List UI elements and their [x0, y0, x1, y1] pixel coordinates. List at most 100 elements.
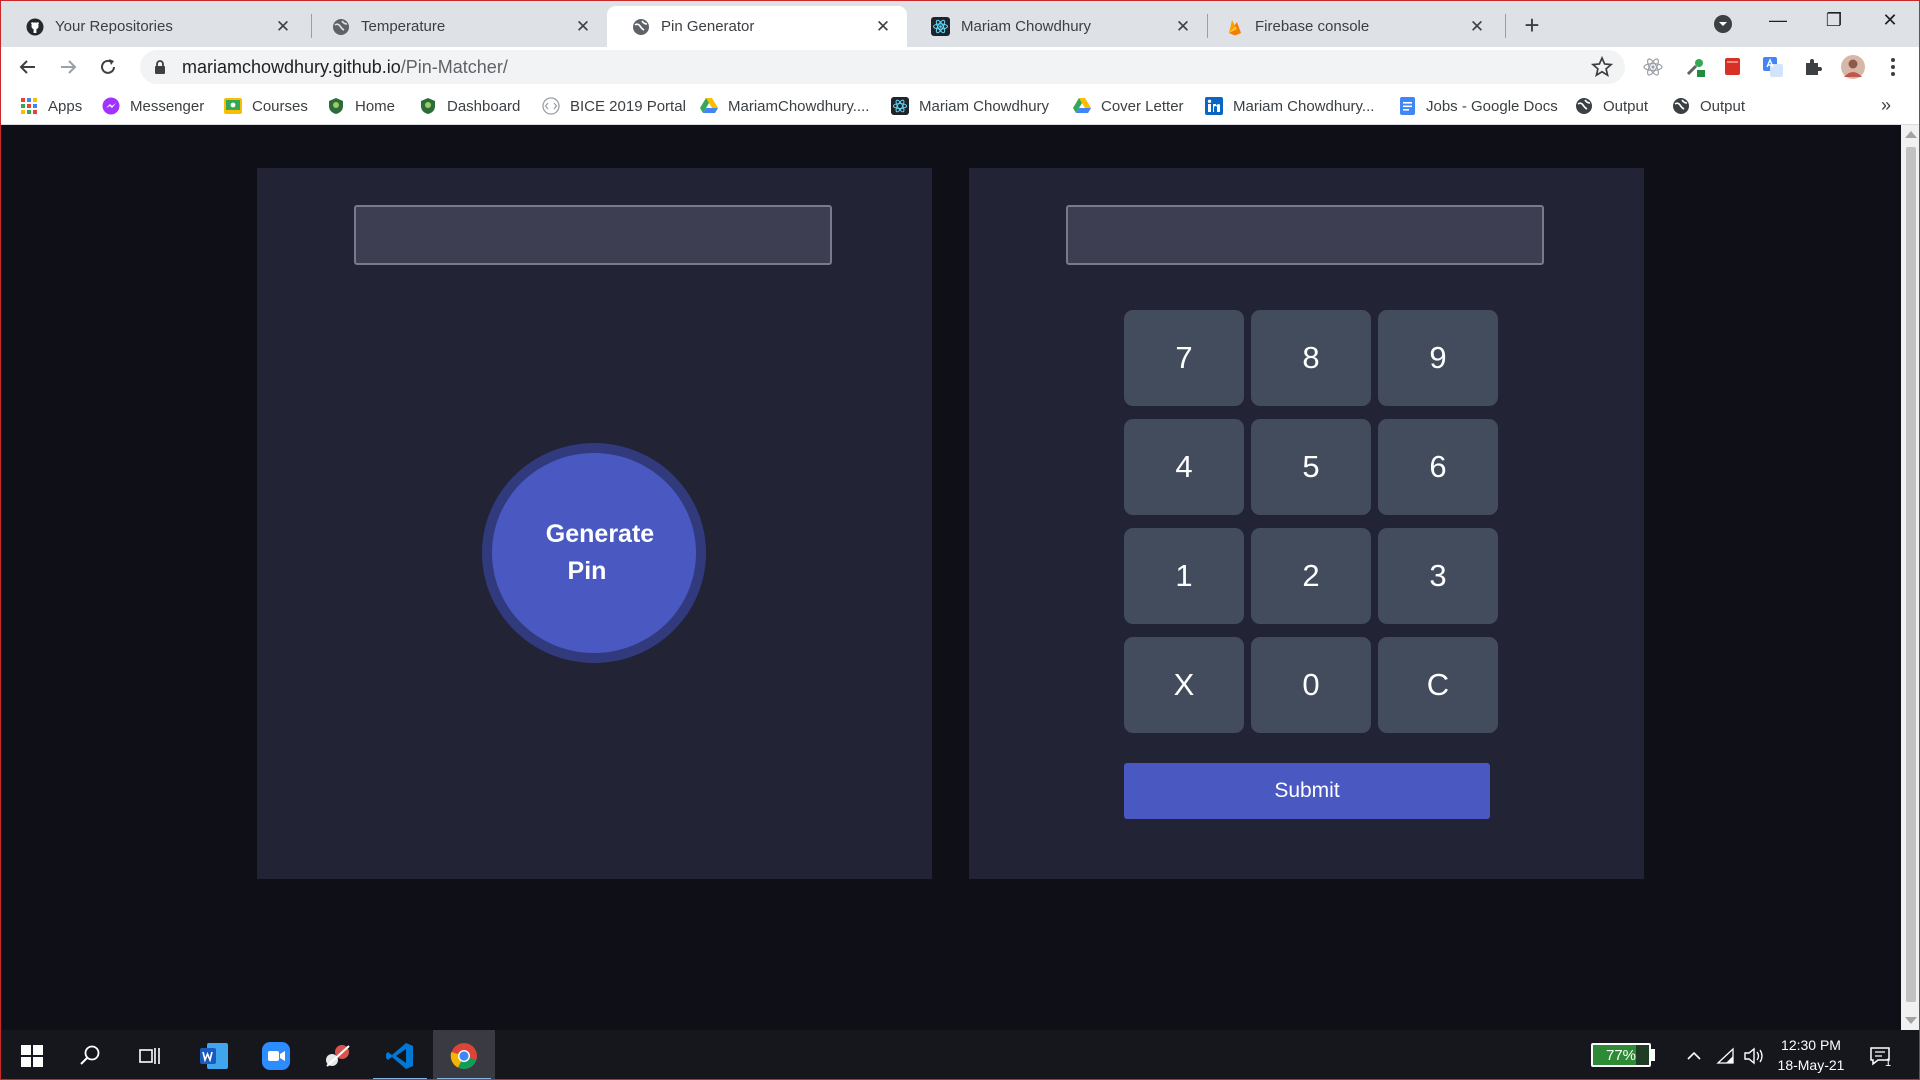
reload-icon [101, 59, 115, 74]
bookmark-output-1[interactable]: Output [1575, 95, 1648, 117]
github-icon [25, 17, 44, 36]
red-extension-icon[interactable] [1721, 55, 1745, 79]
bookmark-label: Output [1603, 97, 1649, 115]
search-icon[interactable] [59, 1030, 121, 1079]
tab-temperature[interactable]: Temperature ✕ [307, 6, 607, 47]
close-window-button[interactable]: ✕ [1862, 1, 1918, 39]
eyedropper-extension-icon[interactable] [1683, 55, 1707, 79]
google-drive-icon [1073, 97, 1091, 115]
profile-avatar-icon[interactable] [1841, 55, 1865, 79]
scrollbar-thumb[interactable] [1906, 147, 1916, 1002]
bookmark-linkedin[interactable]: Mariam Chowdhury... [1205, 95, 1374, 117]
tab-firebase-console[interactable]: Firebase console ✕ [1201, 6, 1501, 47]
word-icon[interactable] [183, 1030, 245, 1079]
task-view-icon[interactable] [119, 1030, 181, 1079]
key-0[interactable]: 0 [1251, 637, 1371, 733]
bookmark-courses[interactable]: Courses [224, 95, 308, 117]
scroll-up-arrow[interactable] [1905, 131, 1917, 138]
submit-button[interactable]: Submit [1124, 763, 1490, 819]
pin-matcher-panel: 7 8 9 4 5 6 1 2 3 X 0 C Submit [969, 168, 1644, 879]
wifi-icon[interactable] [1714, 1044, 1738, 1068]
tab-title: Mariam Chowdhury [961, 18, 1092, 35]
google-docs-icon [1398, 97, 1416, 115]
bookmark-output-2[interactable]: Output [1672, 95, 1745, 117]
bookmark-jobs-google-docs[interactable]: Jobs - Google Docs [1398, 95, 1558, 117]
key-4[interactable]: 4 [1124, 419, 1244, 515]
restore-button[interactable]: ❐ [1806, 1, 1862, 39]
close-icon[interactable]: ✕ [1173, 17, 1193, 37]
bookmark-label: MariamChowdhury.... [728, 97, 870, 115]
chrome-icon[interactable] [433, 1030, 495, 1079]
bookmark-home[interactable]: Home [327, 95, 395, 117]
bookmark-dashboard[interactable]: Dashboard [419, 95, 520, 117]
close-icon[interactable]: ✕ [273, 17, 293, 37]
battery-tip [1651, 1049, 1655, 1061]
close-icon[interactable]: ✕ [1467, 17, 1487, 37]
tab-title: Firebase console [1255, 18, 1370, 35]
tab-strip: Your Repositories ✕ Temperature ✕ Pin Ge… [1, 1, 1919, 47]
key-9[interactable]: 9 [1378, 310, 1498, 406]
bookmark-label: Cover Letter [1101, 97, 1184, 115]
scroll-down-arrow[interactable] [1905, 1017, 1917, 1024]
page-scrollbar[interactable] [1901, 125, 1919, 1030]
tab-your-repositories[interactable]: Your Repositories ✕ [1, 6, 307, 47]
vscode-icon[interactable] [369, 1030, 431, 1079]
close-icon[interactable]: ✕ [873, 17, 893, 37]
url-text: mariamchowdhury.github.io/Pin-Matcher/ [182, 57, 508, 78]
key-7[interactable]: 7 [1124, 310, 1244, 406]
system-clock[interactable]: 12:30 PM 18-May-21 [1771, 1035, 1851, 1075]
clock-time: 12:30 PM [1781, 1037, 1841, 1053]
globe-icon [631, 17, 650, 36]
messenger-icon [102, 97, 120, 115]
forward-button[interactable] [52, 51, 84, 83]
tab-search-button[interactable] [1710, 11, 1736, 37]
generate-pin-button[interactable]: Generate Pin [492, 453, 696, 653]
speaker-icon[interactable] [1742, 1044, 1766, 1068]
key-3[interactable]: 3 [1378, 528, 1498, 624]
bookmark-apps[interactable]: Apps [20, 95, 82, 117]
tab-mariam-chowdhury[interactable]: Mariam Chowdhury ✕ [907, 6, 1207, 47]
notification-count: 1 [1885, 1057, 1892, 1069]
puzzle-extensions-icon[interactable] [1801, 55, 1825, 79]
windows-start-icon[interactable] [1, 1030, 63, 1079]
tab-title: Temperature [361, 18, 446, 35]
key-8[interactable]: 8 [1251, 310, 1371, 406]
react-devtools-extension-icon[interactable] [1641, 55, 1665, 79]
bookmark-label: Mariam Chowdhury... [1233, 97, 1375, 115]
close-icon[interactable]: ✕ [573, 17, 593, 37]
bookmark-label: Output [1700, 97, 1746, 115]
bookmark-messenger[interactable]: Messenger [102, 95, 204, 117]
typed-pin-display[interactable] [1066, 205, 1544, 265]
new-tab-button[interactable]: + [1517, 10, 1547, 40]
bookmark-mariam-chowdhury[interactable]: Mariam Chowdhury [891, 95, 1049, 117]
bookmark-mariamchowdhury-drive[interactable]: MariamChowdhury.... [700, 95, 869, 117]
globe-icon [331, 17, 350, 36]
bookmark-label: Apps [48, 97, 83, 115]
generate-pin-label-line2: Pin [567, 557, 607, 585]
generated-pin-display[interactable] [354, 205, 832, 265]
backspace-key[interactable]: X [1124, 637, 1244, 733]
key-2[interactable]: 2 [1251, 528, 1371, 624]
bookmarks-overflow-button[interactable]: » [1881, 95, 1891, 116]
url-host: mariamchowdhury.github.io [182, 56, 401, 77]
key-5[interactable]: 5 [1251, 419, 1371, 515]
zoom-icon[interactable] [245, 1030, 307, 1079]
shield-icon [419, 97, 437, 115]
snipping-tool-icon[interactable] [307, 1030, 369, 1079]
google-translate-extension-icon[interactable] [1761, 55, 1785, 79]
bookmark-cover-letter[interactable]: Cover Letter [1073, 95, 1184, 117]
back-button[interactable] [12, 51, 44, 83]
more-menu-icon[interactable] [1881, 55, 1905, 79]
bookmark-bice-portal[interactable]: BICE 2019 Portal [542, 95, 686, 117]
bookmark-label: BICE 2019 Portal [570, 97, 686, 115]
clear-key[interactable]: C [1378, 637, 1498, 733]
chevron-up-icon[interactable] [1682, 1044, 1706, 1068]
key-1[interactable]: 1 [1124, 528, 1244, 624]
key-6[interactable]: 6 [1378, 419, 1498, 515]
address-bar[interactable]: mariamchowdhury.github.io/Pin-Matcher/ [140, 50, 1625, 84]
minimize-button[interactable]: — [1750, 1, 1806, 39]
battery-indicator[interactable]: 77% [1591, 1043, 1651, 1067]
bookmark-star-icon[interactable] [1590, 55, 1614, 83]
tab-pin-generator[interactable]: Pin Generator ✕ [607, 6, 907, 47]
reload-button[interactable] [92, 51, 124, 83]
